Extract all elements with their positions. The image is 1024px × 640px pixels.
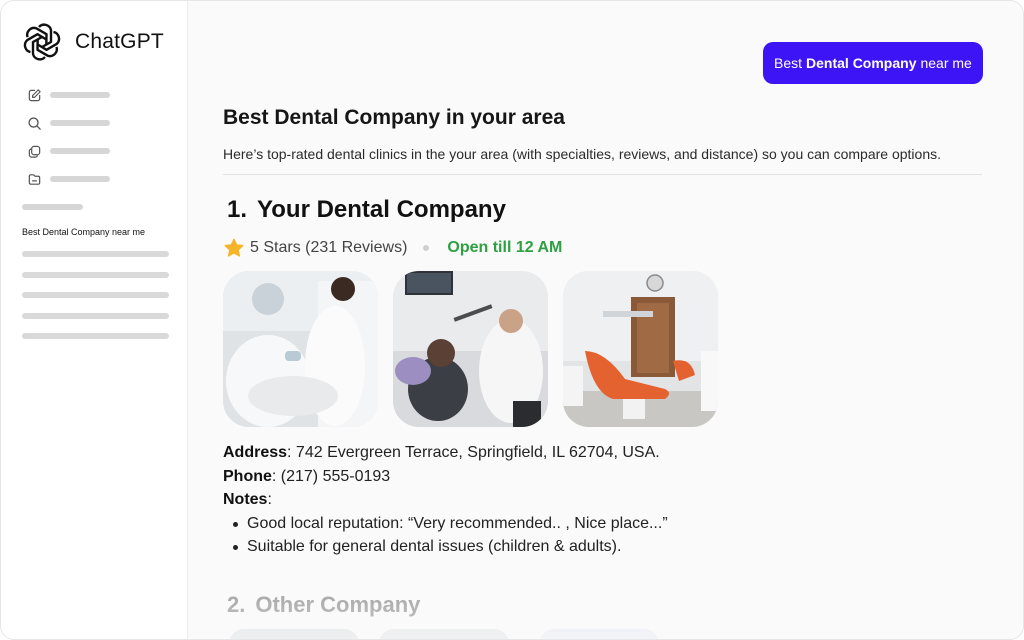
chat-history-item-placeholder[interactable] xyxy=(22,312,169,319)
search-icon xyxy=(28,116,41,130)
notes-colon: : xyxy=(267,491,272,508)
notes-label: Notes xyxy=(223,491,268,508)
chat-history-list xyxy=(22,251,169,354)
library-icon xyxy=(28,145,41,158)
result-heading-next: 2. Other Company xyxy=(227,592,420,618)
query-bold: Dental Company xyxy=(806,55,917,71)
phone-label: Phone xyxy=(223,467,272,485)
clinic-photo-treatment[interactable] xyxy=(393,271,548,427)
nav-item-projects[interactable] xyxy=(27,165,110,193)
chats-section-label-placeholder xyxy=(22,204,83,210)
clinic-photo-dentists[interactable] xyxy=(223,271,378,427)
clinic-photo-peek xyxy=(379,629,509,639)
chat-history-item-placeholder[interactable] xyxy=(22,271,169,278)
clinic-photo-peek xyxy=(539,629,659,639)
chat-history-item-placeholder[interactable] xyxy=(22,251,169,257)
clinic-photo-chair[interactable] xyxy=(563,271,718,427)
nav-label-placeholder xyxy=(50,148,110,154)
user-message-bubble: Best Dental Company near me xyxy=(763,42,983,84)
clinic-details: Address: 742 Evergreen Terrace, Springfi… xyxy=(223,441,668,559)
app-name: ChatGPT xyxy=(75,30,164,53)
note-item: Suitable for general dental issues (chil… xyxy=(223,535,668,559)
sidebar-nav xyxy=(27,81,110,193)
result-heading: 1. Your Dental Company xyxy=(227,196,506,224)
notes-line: Notes: xyxy=(223,488,668,512)
phone-line: Phone: (217) 555-0193 xyxy=(223,465,668,489)
divider xyxy=(223,174,982,175)
photo-gallery xyxy=(223,271,733,427)
nav-label-placeholder xyxy=(50,120,110,126)
phone-value: : (217) 555-0193 xyxy=(271,467,391,485)
query-suffix: near me xyxy=(920,55,972,71)
response-title: Best Dental Company in your area xyxy=(223,106,565,129)
nav-item-search[interactable] xyxy=(27,109,110,137)
rating-row: 5 Stars (231 Reviews) Open till 12 AM xyxy=(223,237,562,259)
chat-main: Best Dental Company near me Best Dental … xyxy=(189,1,1023,639)
chat-history-item-active[interactable]: Best Dental Company near me xyxy=(22,227,145,237)
brand[interactable]: ChatGPT xyxy=(21,21,164,63)
sidebar: ChatGPT Best Dental Company near me xyxy=(1,1,188,639)
result-number: 2. xyxy=(227,592,246,617)
nav-label-placeholder xyxy=(50,92,110,98)
rating-text: 5 Stars (231 Reviews) xyxy=(250,239,408,256)
notes-list: Good local reputation: “Very recommended… xyxy=(223,512,668,559)
openai-logo-icon xyxy=(23,23,61,61)
address-line: Address: 742 Evergreen Terrace, Springfi… xyxy=(223,441,668,465)
nav-item-library[interactable] xyxy=(27,137,110,165)
star-icon xyxy=(224,238,244,257)
nav-item-new-chat[interactable] xyxy=(27,81,110,109)
result-name: Your Dental Company xyxy=(257,196,506,223)
separator-dot xyxy=(423,245,430,251)
result-number: 1. xyxy=(227,196,248,223)
clinic-photo-peek xyxy=(229,629,359,639)
note-item: Good local reputation: “Very recommended… xyxy=(223,512,668,536)
address-label: Address xyxy=(223,444,288,461)
response-intro: Here’s top-rated dental clinics in the y… xyxy=(223,146,941,162)
chat-history-item-placeholder[interactable] xyxy=(22,292,169,298)
chat-history-item-placeholder[interactable] xyxy=(22,333,169,339)
query-prefix: Best xyxy=(774,55,803,71)
projects-folder-icon xyxy=(28,173,41,185)
app-window: ChatGPT Best Dental Company near me Best… xyxy=(0,0,1024,640)
open-status: Open till 12 AM xyxy=(447,239,563,256)
nav-label-placeholder xyxy=(50,176,110,182)
result-name: Other Company xyxy=(255,592,421,617)
address-value: : 742 Evergreen Terrace, Springfield, IL… xyxy=(287,444,660,461)
new-chat-icon xyxy=(28,88,41,101)
